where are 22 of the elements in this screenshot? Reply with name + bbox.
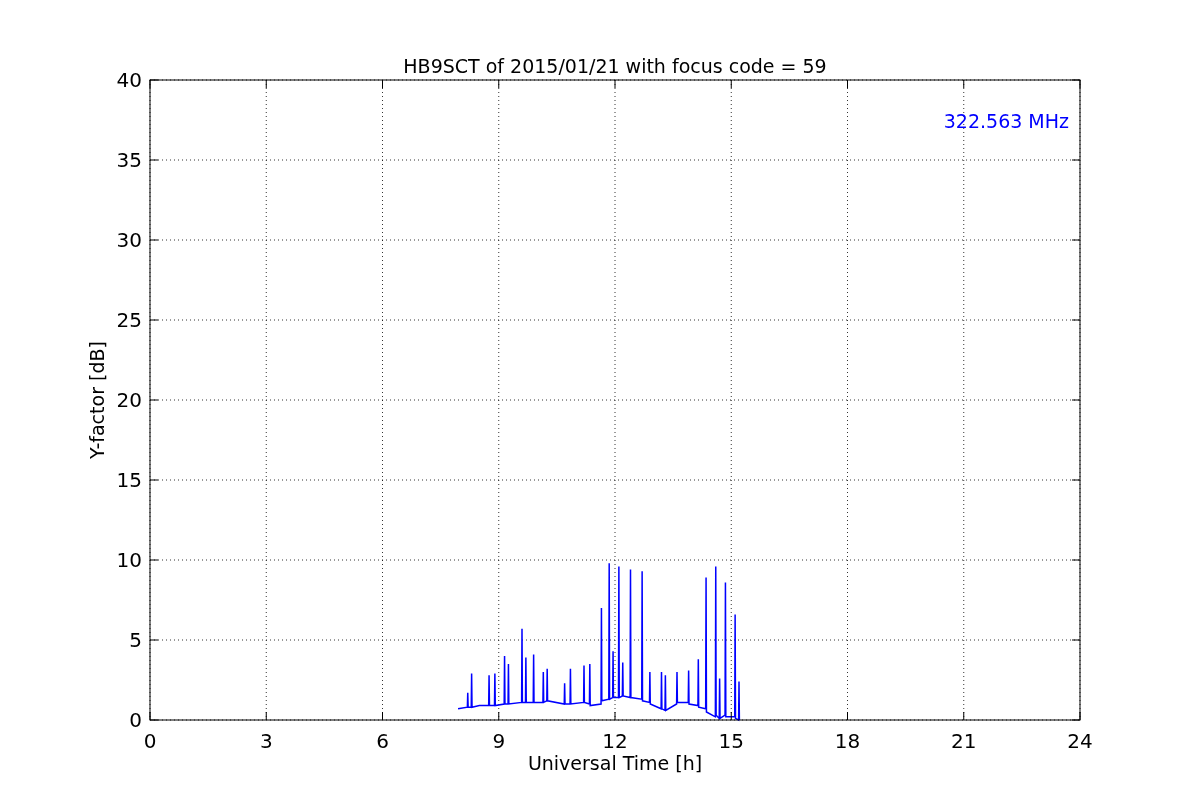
x-tick-label: 24 <box>1067 729 1093 753</box>
x-tick-label: 0 <box>143 729 157 753</box>
x-tick-label: 9 <box>492 729 506 753</box>
y-tick-label: 25 <box>116 308 142 332</box>
x-tick-label: 6 <box>376 729 389 753</box>
x-tick-label: 12 <box>602 729 628 753</box>
y-axis-label: Y-factor [dB] <box>86 341 108 459</box>
y-tick-label: 5 <box>129 628 142 652</box>
x-tick-label: 21 <box>951 729 977 753</box>
y-tick-label: 10 <box>116 548 142 572</box>
x-tick-label: 18 <box>834 729 861 753</box>
x-axis-label: Universal Time [h] <box>527 752 703 774</box>
x-tick-label: 15 <box>718 729 744 753</box>
y-tick-label: 0 <box>129 708 142 732</box>
y-tick-label: 30 <box>116 228 142 252</box>
y-tick-label: 15 <box>116 468 142 492</box>
series-label: 322.563 MHz <box>943 110 1069 132</box>
x-tick-label: 3 <box>259 729 273 753</box>
y-tick-label: 35 <box>116 148 142 172</box>
y-tick-label: 40 <box>116 68 142 92</box>
y-tick-label: 20 <box>116 388 142 412</box>
chart-title: HB9SCT of 2015/01/21 with focus code = 59 <box>403 55 827 77</box>
